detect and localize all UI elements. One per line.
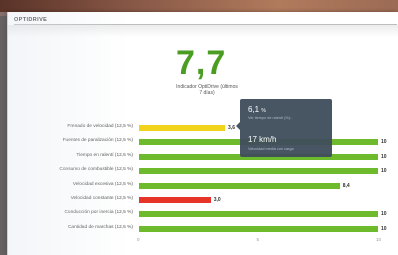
- x-axis-tick: 10: [376, 237, 382, 242]
- bar-value-label: 8,4: [342, 182, 350, 189]
- header-shadow: [8, 25, 398, 37]
- bar-label: Consumo de combustible (12,5 %): [59, 167, 133, 173]
- optidrive-score: 7,7: [176, 44, 227, 82]
- screen-title: OPTIDRIVE: [14, 17, 48, 23]
- bar-label: Velocidad excesiva (12,5 %): [72, 181, 133, 187]
- bar-label: Cantidad de marchas (12,5 %): [67, 224, 133, 230]
- x-axis-tick: 0: [137, 237, 140, 242]
- detail-tooltip: 6,1 % Ver tiempo de ralentí (%)... 17 km…: [236, 99, 332, 157]
- score-bar[interactable]: [139, 182, 340, 189]
- bar-value-label: 3,6: [228, 125, 235, 131]
- score-caption: Indicador OptiDrive (últimos 7 días): [176, 84, 238, 96]
- title-divider: [14, 24, 397, 25]
- score-bar[interactable]: [139, 168, 378, 175]
- x-axis-tick: 5: [256, 237, 260, 242]
- tooltip-line1-value: 6,1: [248, 105, 260, 114]
- tooltip-line1-label: Ver tiempo de ralentí (%)...: [248, 116, 294, 120]
- tooltip-line1-unit: %: [261, 108, 266, 114]
- bar-value-label: 10: [381, 168, 387, 175]
- tooltip-line1: 6,1 %: [248, 105, 266, 114]
- bar-label: Velocidad constante (12,5 %): [70, 196, 133, 201]
- bar-value-label: 3,0: [213, 197, 221, 203]
- bar-label: Fuentes de paralización (12,5 %): [62, 138, 133, 144]
- score-bar[interactable]: [139, 125, 226, 131]
- tooltip-line2-value: 17 km/h: [248, 135, 277, 144]
- bar-value-label: 10: [381, 225, 387, 232]
- bar-label: Conducción por inercia (12,5 %): [64, 210, 133, 216]
- bar-value-label: 10: [381, 211, 387, 218]
- bar-value-label: 10: [381, 139, 387, 146]
- tooltip-line2-label: Velocidad media con carga: [248, 147, 294, 151]
- bar-value-label: 10: [381, 153, 387, 160]
- score-bar[interactable]: [139, 225, 378, 232]
- bar-label: Tiempo en ralentí (12,5 %): [76, 152, 133, 158]
- score-bar[interactable]: [139, 197, 211, 203]
- score-bar[interactable]: [139, 211, 378, 218]
- bar-label: Frenado de velocidad (12,5 %): [67, 124, 133, 129]
